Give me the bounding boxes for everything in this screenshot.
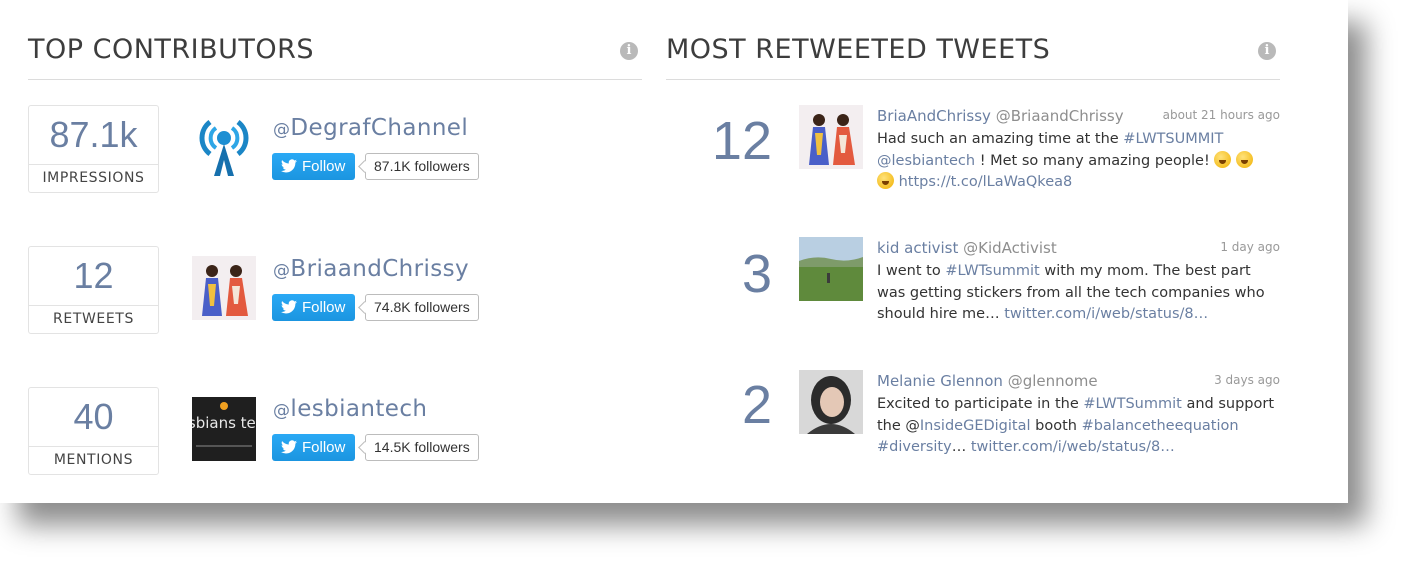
tweet-timestamp: 1 day ago — [1220, 240, 1280, 254]
twitter-bird-icon — [281, 300, 297, 314]
tweet-timestamp: about 21 hours ago — [1162, 108, 1280, 122]
hashtag-link[interactable]: #diversity — [877, 439, 952, 455]
woman-portrait-photo[interactable] — [799, 370, 863, 434]
url-link[interactable]: twitter.com/i/web/status/8… — [1004, 306, 1208, 322]
tweet-header: kid activist @KidActivist 1 day ago — [877, 239, 1280, 257]
url-link[interactable]: https://t.co/lLaWaQkea8 — [899, 174, 1073, 190]
most-retweeted-title: MOST RETWEETED TWEETS — [666, 34, 1051, 65]
tweet-screen-name[interactable]: @glennome — [1008, 372, 1098, 390]
hashtag-link[interactable]: #balancetheequation — [1082, 418, 1239, 434]
radio-tower-icon[interactable] — [192, 114, 256, 178]
tweet-author-name[interactable]: kid activist — [877, 239, 958, 257]
twitter-bird-icon — [281, 159, 297, 173]
retweet-count: 3 — [741, 244, 772, 304]
followers-count: 14.5K followers — [365, 434, 479, 461]
retweets-label: RETWEETS — [53, 311, 134, 327]
tweet-text: Had such an amazing time at the #LWTSUMM… — [877, 129, 1282, 194]
hashtag-link[interactable]: #LWTsummit — [945, 263, 1039, 279]
tweet-text: I went to #LWTsummit with my mom. The be… — [877, 263, 1265, 322]
retweet-count: 2 — [741, 375, 772, 435]
svg-text:lesbians tech: lesbians tech — [192, 414, 256, 432]
mention-link[interactable]: @lesbiantech — [877, 153, 975, 169]
emoji-icon — [877, 172, 894, 189]
tweet-header: Melanie Glennon @glennome 3 days ago — [877, 372, 1280, 390]
tweet-screen-name[interactable]: @KidActivist — [963, 239, 1057, 257]
divider — [28, 79, 642, 80]
contributor-handle[interactable]: @lesbiantech — [273, 396, 427, 422]
contributor-handle[interactable]: @BriaandChrissy — [273, 256, 469, 282]
emoji-icon — [1214, 150, 1232, 168]
url-link[interactable]: twitter.com/i/web/status/8… — [971, 439, 1175, 455]
follow-button[interactable]: Follow — [272, 434, 355, 461]
top-contributors-title: TOP CONTRIBUTORS — [28, 34, 315, 65]
lesbians-tech-logo[interactable]: lesbians tech — [192, 397, 256, 461]
dashboard-card: TOP CONTRIBUTORS i 87.1k IMPRESSIONS 12 … — [0, 0, 1348, 503]
impressions-value: 87.1k — [29, 106, 158, 165]
impressions-stat: 87.1k IMPRESSIONS — [28, 105, 159, 193]
retweets-stat: 12 RETWEETS — [28, 246, 159, 334]
divider — [666, 79, 1280, 80]
tweet-screen-name[interactable]: @BriaandChrissy — [996, 107, 1124, 125]
follow-button[interactable]: Follow — [272, 294, 355, 321]
info-icon[interactable]: i — [620, 42, 638, 60]
followers-count: 87.1K followers — [365, 153, 479, 180]
emoji-icon — [1236, 150, 1253, 168]
tweet-header: BriaAndChrissy @BriaandChrissy about 21 … — [877, 107, 1280, 125]
retweets-value: 12 — [29, 247, 158, 306]
followers-count: 74.8K followers — [365, 294, 479, 321]
mentions-stat: 40 MENTIONS — [28, 387, 159, 475]
twitter-bird-icon — [281, 440, 297, 454]
follow-button[interactable]: Follow — [272, 153, 355, 180]
impressions-label: IMPRESSIONS — [42, 170, 145, 186]
info-icon[interactable]: i — [1258, 42, 1276, 60]
tweet-author-name[interactable]: BriaAndChrissy — [877, 107, 991, 125]
contributor-handle[interactable]: @DegrafChannel — [273, 115, 468, 141]
tweet-author-name[interactable]: Melanie Glennon — [877, 372, 1003, 390]
mention-link[interactable]: InsideGEDigital — [920, 418, 1031, 434]
field-photo[interactable] — [799, 237, 863, 301]
tweet-timestamp: 3 days ago — [1214, 373, 1280, 387]
mentions-label: MENTIONS — [53, 452, 134, 468]
tweet-text: Excited to participate in the #LWTSummit… — [877, 396, 1275, 455]
retweet-count: 12 — [711, 111, 772, 171]
mentions-value: 40 — [29, 388, 158, 447]
hashtag-link[interactable]: #LWTSummit — [1083, 396, 1181, 412]
two-women-photo[interactable] — [799, 105, 863, 169]
two-women-photo[interactable] — [192, 256, 256, 320]
hashtag-link[interactable]: #LWTSUMMIT — [1123, 131, 1223, 147]
